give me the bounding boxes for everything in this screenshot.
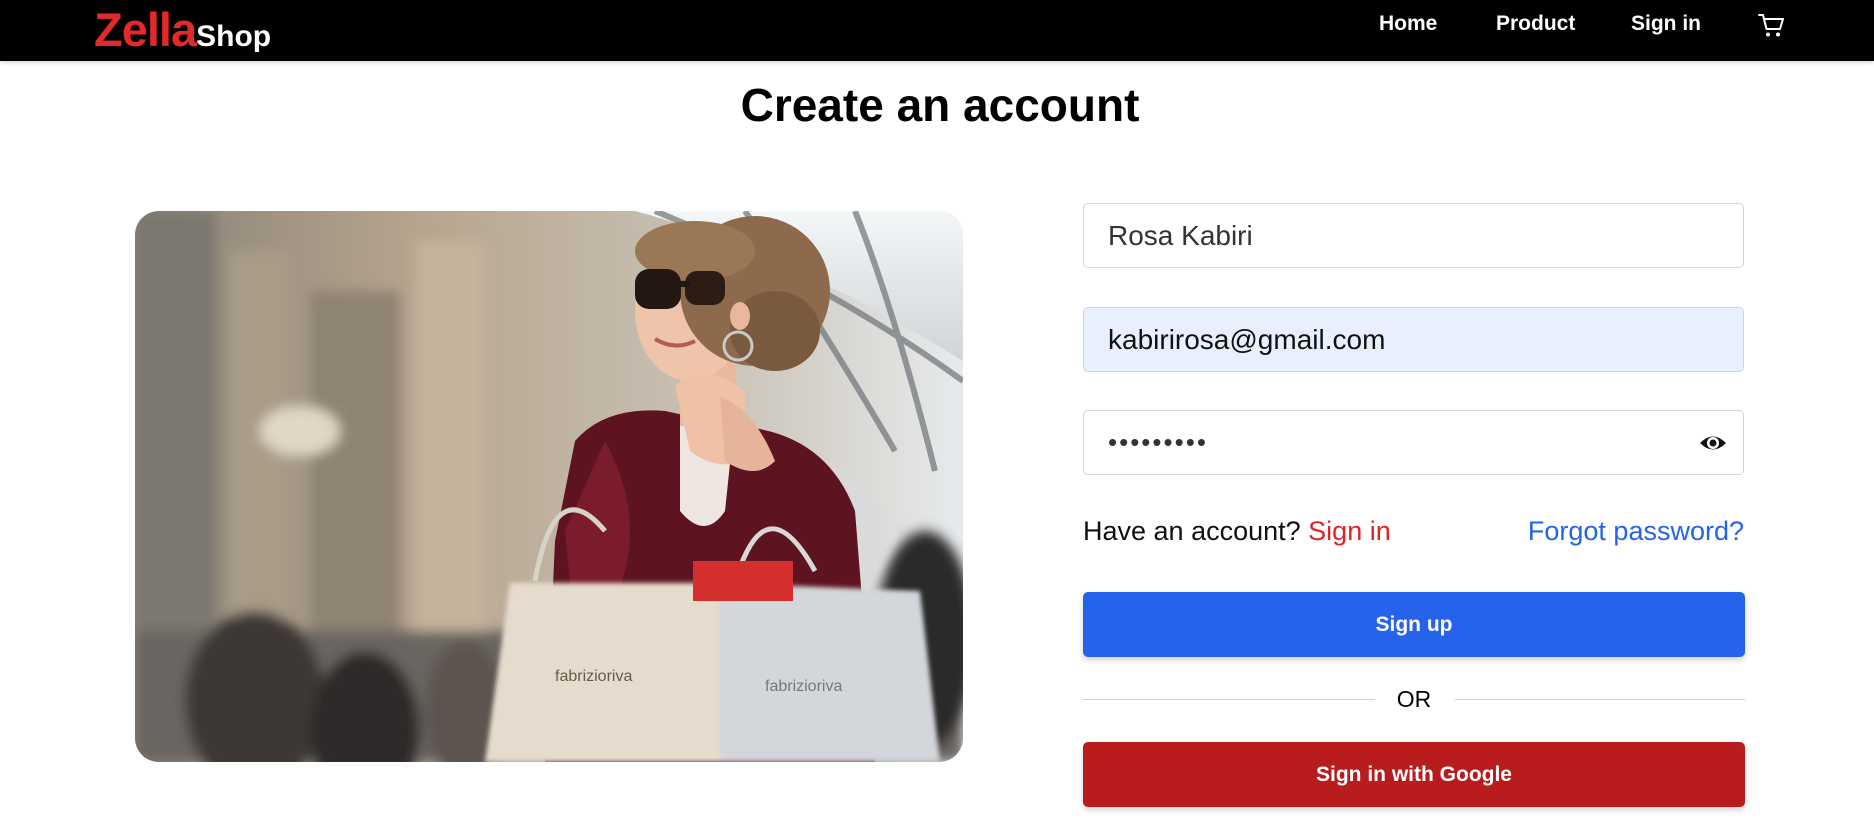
email-input[interactable] [1083,307,1744,372]
brand-name-sub: Shop [196,20,272,53]
sign-up-button[interactable]: Sign up [1083,592,1745,657]
nav-signin[interactable]: Sign in [1631,12,1701,36]
brand-name-main: Zella [94,3,197,56]
hero-photo: fabrizioriva fabrizioriva [135,211,963,762]
have-account-label: Have an account? [1083,516,1301,546]
page-title: Create an account [740,79,1140,131]
bag-logo-text: fabrizioriva [555,668,632,685]
account-links-row: Have an account? Sign in Forgot password… [1083,516,1744,556]
password-input[interactable] [1083,410,1744,475]
have-account-text: Have an account? Sign in [1083,516,1391,547]
brand-logo[interactable]: ZellaShop [94,2,271,57]
google-signin-button[interactable]: Sign in with Google [1083,742,1745,807]
navbar: ZellaShop Home Product Sign in [0,0,1874,61]
name-input[interactable] [1083,203,1744,268]
or-divider-right [1455,699,1745,700]
forgot-password-link[interactable]: Forgot password? [1528,516,1744,547]
shopping-woman-image: fabrizioriva fabrizioriva [135,211,963,762]
eye-icon[interactable] [1698,430,1728,456]
nav-home[interactable]: Home [1379,12,1437,36]
cart-icon[interactable] [1756,10,1786,40]
bag-logo-text-2: fabrizioriva [765,678,842,695]
nav-product[interactable]: Product [1496,12,1575,36]
signin-link[interactable]: Sign in [1308,516,1391,546]
